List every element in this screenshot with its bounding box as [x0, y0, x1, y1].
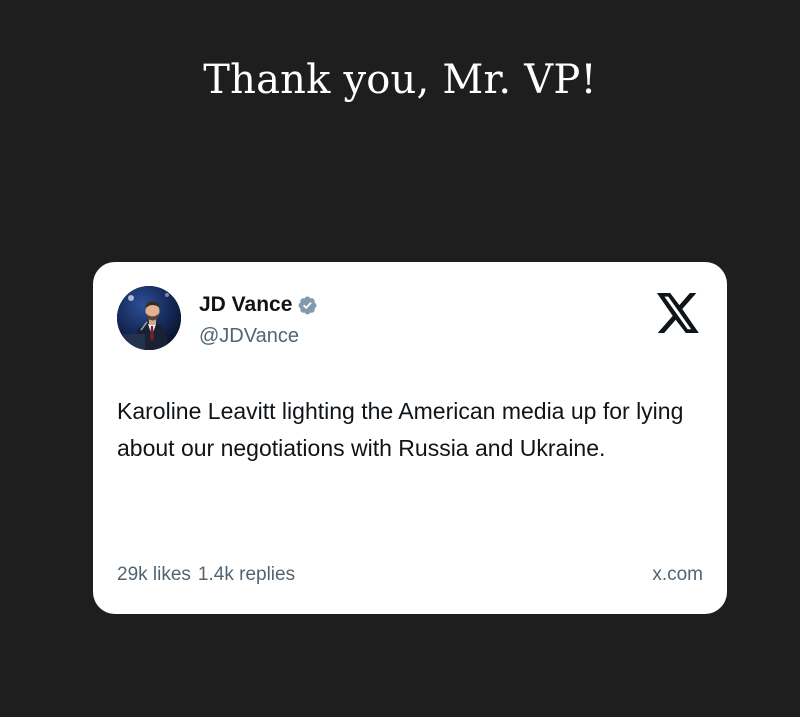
replies-count[interactable]: 1.4k replies: [198, 563, 295, 587]
author-handle[interactable]: @JDVance: [199, 323, 299, 349]
source-link[interactable]: x.com: [652, 563, 703, 587]
avatar[interactable]: [117, 286, 181, 350]
profile-photo-icon: [117, 286, 181, 350]
verified-badge-icon: [297, 295, 318, 316]
tweet-text: Karoline Leavitt lighting the American m…: [117, 398, 684, 461]
author-name[interactable]: JD Vance: [199, 292, 292, 318]
author-name-row[interactable]: JD Vance: [199, 292, 318, 318]
likes-count[interactable]: 29k likes: [117, 563, 191, 587]
engagement-stats: 29k likes 1.4k replies: [117, 563, 295, 587]
post-image: Thank you, Mr. VP! JD Vance @JDVance Kar…: [0, 0, 800, 717]
headline: Thank you, Mr. VP!: [203, 57, 597, 103]
tweet-card[interactable]: JD Vance @JDVance Karoline Leavitt light…: [93, 262, 727, 614]
x-logo-icon[interactable]: [655, 292, 701, 334]
